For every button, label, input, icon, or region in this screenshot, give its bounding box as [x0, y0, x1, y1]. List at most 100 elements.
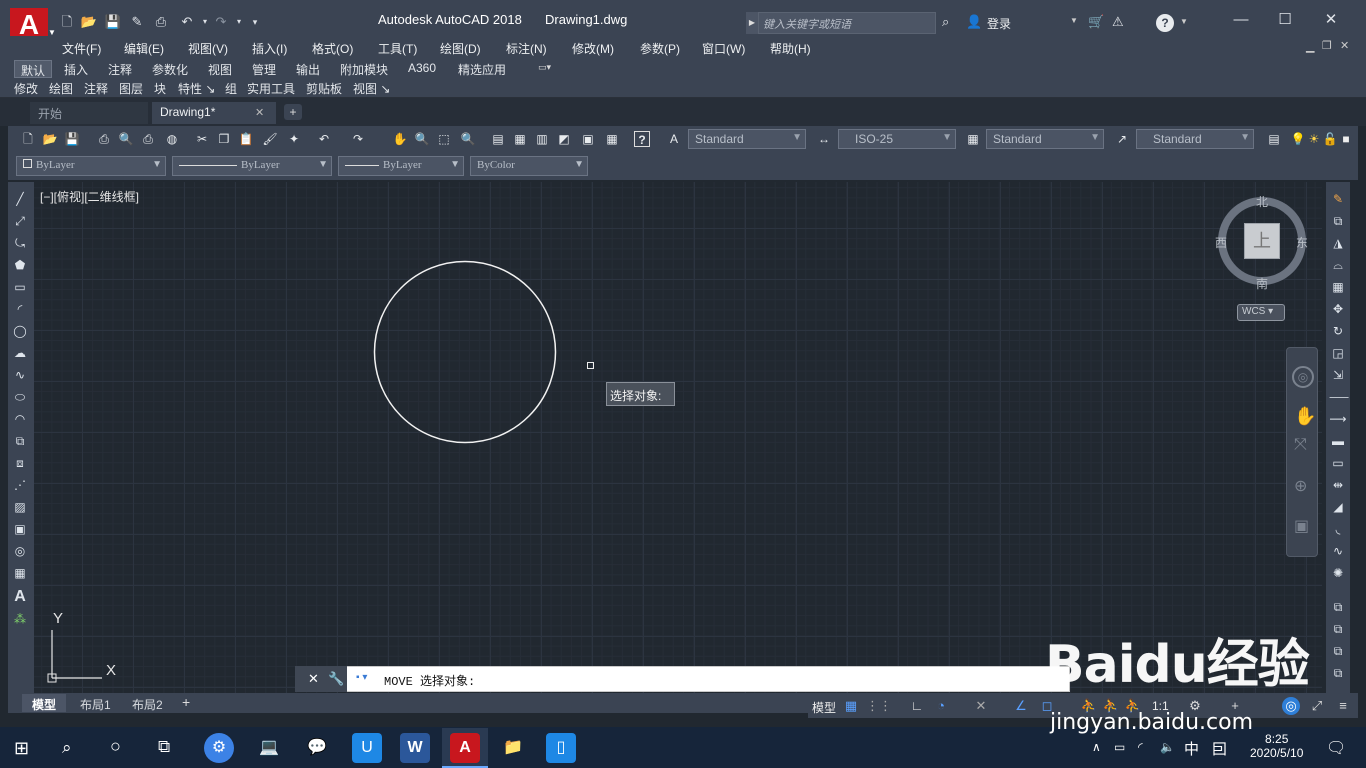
- login-dropdown-icon[interactable]: ▼: [1070, 16, 1078, 25]
- ellipse-arc-icon[interactable]: ◠: [11, 410, 29, 428]
- offset-icon[interactable]: ⌓: [1329, 256, 1347, 274]
- wifi-icon[interactable]: ◜: [1138, 740, 1143, 754]
- scale-icon[interactable]: ◲: [1329, 344, 1347, 362]
- ribbon-tab-featured[interactable]: 精选应用: [452, 60, 512, 78]
- panel-layers[interactable]: 图层: [119, 80, 143, 97]
- app-uninstaller-icon[interactable]: U: [352, 733, 382, 763]
- stretch-icon[interactable]: ⇲: [1329, 366, 1347, 384]
- help-dropdown-icon[interactable]: ▼: [1180, 17, 1188, 26]
- volume-icon[interactable]: 🔈: [1160, 740, 1175, 754]
- cortana-icon[interactable]: ○: [110, 736, 121, 757]
- ribbon-tab-insert[interactable]: 插入: [58, 60, 94, 78]
- draw-order-back-icon[interactable]: ⧉: [1329, 620, 1347, 638]
- undo-toolbar-icon[interactable]: ↶: [316, 131, 332, 147]
- user-icon[interactable]: 👤: [966, 14, 982, 30]
- app-computer-icon[interactable]: 💻: [254, 733, 284, 763]
- app-explorer-icon[interactable]: 📁: [498, 733, 528, 763]
- wcs-menu-button[interactable]: WCS ▾: [1237, 304, 1285, 321]
- plot-icon[interactable]: ⎙: [152, 14, 170, 30]
- doc-minimize-icon[interactable]: ▁: [1306, 40, 1314, 53]
- binoculars-icon[interactable]: ⌕: [942, 14, 949, 30]
- recent-commands-icon[interactable]: ▪ ▾: [356, 672, 367, 683]
- chamfer-icon[interactable]: ◢: [1329, 498, 1347, 516]
- new-tab-icon[interactable]: +: [284, 104, 302, 120]
- menu-tools[interactable]: 工具(T): [378, 40, 417, 57]
- text-style-icon[interactable]: A: [666, 131, 682, 147]
- trim-icon[interactable]: ⸺: [1329, 388, 1349, 406]
- paste-icon[interactable]: 📋: [238, 131, 254, 147]
- match-properties-icon[interactable]: 🖌: [262, 131, 278, 147]
- new-icon[interactable]: 🗋: [20, 131, 36, 147]
- text-style-select[interactable]: Standard ▼: [688, 129, 806, 149]
- task-view-icon[interactable]: ⧉: [158, 737, 170, 757]
- fillet-icon[interactable]: ◟: [1329, 520, 1347, 538]
- zoom-extents-icon[interactable]: ⤧: [1294, 436, 1307, 454]
- panel-view[interactable]: 视图 ↘: [353, 80, 390, 97]
- taskbar-search-icon[interactable]: ⌕: [62, 738, 72, 758]
- snap-icon[interactable]: ⋮⋮: [866, 697, 892, 715]
- drawing-canvas[interactable]: [34, 182, 1322, 693]
- circle-icon[interactable]: ◯: [11, 322, 29, 340]
- panel-utilities[interactable]: 实用工具: [247, 80, 295, 97]
- rotate-icon[interactable]: ↻: [1329, 322, 1347, 340]
- compass-east[interactable]: 东: [1296, 234, 1308, 251]
- panel-modify[interactable]: 修改: [14, 80, 38, 97]
- app-phone-icon[interactable]: ▯: [546, 733, 576, 763]
- make-block-icon[interactable]: ⧈: [11, 454, 29, 472]
- save-icon[interactable]: 💾: [104, 14, 122, 30]
- isodraft-icon[interactable]: ✕: [972, 697, 990, 715]
- menu-dimension[interactable]: 标注(N): [506, 40, 547, 57]
- ime-indicator[interactable]: 中: [1184, 738, 1199, 759]
- mleader-style-icon[interactable]: ↗: [1114, 131, 1130, 147]
- menu-file[interactable]: 文件(F): [62, 40, 101, 57]
- copy-icon[interactable]: ❐: [216, 131, 232, 147]
- battery-icon[interactable]: ▭: [1114, 740, 1125, 754]
- ribbon-tab-output[interactable]: 输出: [290, 60, 326, 78]
- panel-draw[interactable]: 绘图: [49, 80, 73, 97]
- table-icon[interactable]: ▦: [11, 564, 29, 582]
- tray-expand-icon[interactable]: ∧: [1092, 740, 1101, 754]
- mirror-icon[interactable]: ◮: [1329, 234, 1347, 252]
- block-editor-icon[interactable]: ✦: [286, 131, 302, 147]
- menu-help[interactable]: 帮助(H): [770, 40, 811, 57]
- rectangle-icon[interactable]: ▭: [11, 278, 29, 296]
- minimize-icon[interactable]: —: [1226, 10, 1256, 30]
- clean-screen-icon[interactable]: ⤢: [1308, 697, 1326, 715]
- send-under-icon[interactable]: ⧉: [1329, 664, 1347, 682]
- tab-layout2[interactable]: 布局2: [122, 694, 173, 712]
- compass-north[interactable]: 北: [1256, 193, 1268, 210]
- customize-command-icon[interactable]: 🔧: [328, 671, 344, 687]
- pan-nav-icon[interactable]: ✋: [1294, 406, 1316, 427]
- plot-preview-icon[interactable]: 🔍: [118, 131, 134, 147]
- bring-above-icon[interactable]: ⧉: [1329, 642, 1347, 660]
- search-input[interactable]: 键入关键字或短语: [758, 12, 936, 34]
- insert-block-icon[interactable]: ⧉: [11, 432, 29, 450]
- markup-icon[interactable]: ▣: [580, 131, 596, 147]
- copy-object-icon[interactable]: ⧉: [1329, 212, 1347, 230]
- cart-icon[interactable]: 🛒: [1088, 14, 1104, 30]
- ribbon-tab-a360[interactable]: A360: [402, 60, 442, 78]
- join-icon[interactable]: ⇹: [1329, 476, 1347, 494]
- compass-south[interactable]: 南: [1256, 275, 1268, 292]
- tab-model[interactable]: 模型: [22, 694, 67, 712]
- notification-icon[interactable]: 🗨: [1326, 738, 1346, 758]
- point-icon[interactable]: ⋰: [11, 476, 29, 494]
- calculator-icon[interactable]: ▦: [604, 131, 620, 147]
- properties-icon[interactable]: ▤: [490, 131, 506, 147]
- menu-view[interactable]: 视图(V): [188, 40, 228, 57]
- tab-layout1[interactable]: 布局1: [70, 694, 121, 712]
- plot-toolbar-icon[interactable]: ⎙: [96, 131, 112, 147]
- ortho-icon[interactable]: ∟: [908, 697, 926, 715]
- arc-icon[interactable]: ◜: [11, 300, 29, 318]
- sun-icon[interactable]: ☀: [1306, 131, 1322, 147]
- zoom-previous-icon[interactable]: 🔍: [460, 131, 476, 147]
- model-space-button[interactable]: 模型: [812, 699, 836, 716]
- menu-modify[interactable]: 修改(M): [572, 40, 614, 57]
- tool-palettes-icon[interactable]: ▥: [534, 131, 550, 147]
- ribbon-tab-addins[interactable]: 附加模块: [334, 60, 394, 78]
- close-icon[interactable]: ✕: [1316, 10, 1346, 30]
- new-file-icon[interactable]: 🗋: [58, 14, 76, 30]
- linetype-select[interactable]: ByLayer ▼: [172, 156, 332, 176]
- maximize-icon[interactable]: ☐: [1270, 10, 1300, 30]
- erase-icon[interactable]: ✎: [1329, 190, 1347, 208]
